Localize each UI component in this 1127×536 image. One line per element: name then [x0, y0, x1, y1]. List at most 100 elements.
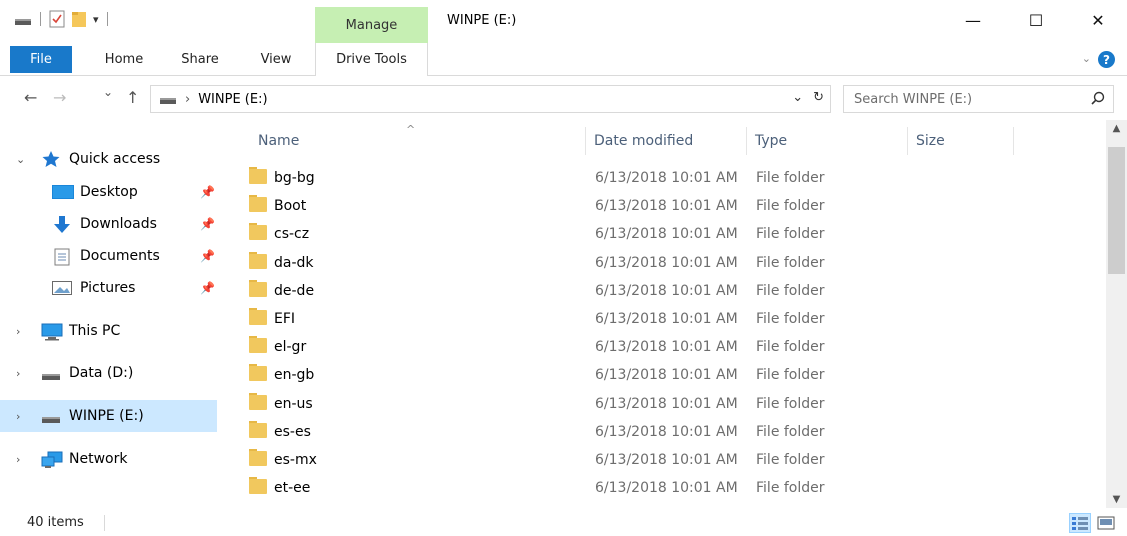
quick-access-toolbar: ▾	[14, 10, 110, 28]
pin-icon[interactable]: 📌	[200, 217, 215, 231]
tab-home[interactable]: Home	[98, 43, 150, 76]
file-row[interactable]: da-dk 6/13/2018 10:01 AM File folder	[240, 249, 1100, 277]
minimize-button[interactable]: —	[950, 0, 996, 40]
maximize-button[interactable]: ☐	[1013, 0, 1059, 40]
file-type: File folder	[756, 480, 825, 496]
address-dropdown-button[interactable]: ⌄	[792, 90, 803, 105]
sidebar-item-downloads[interactable]: Downloads 📌	[0, 208, 217, 240]
properties-icon[interactable]	[49, 10, 65, 28]
file-date-modified: 6/13/2018 10:01 AM	[595, 226, 738, 242]
scrollbar-thumb[interactable]	[1108, 147, 1125, 274]
file-name: da-dk	[274, 255, 314, 271]
folder-icon	[249, 449, 267, 466]
tab-share[interactable]: Share	[174, 43, 226, 76]
file-row[interactable]: Boot 6/13/2018 10:01 AM File folder	[240, 192, 1100, 220]
column-divider[interactable]	[1013, 127, 1014, 155]
sidebar-item-desktop[interactable]: Desktop 📌	[0, 176, 217, 208]
help-icon[interactable]: ?	[1098, 51, 1115, 68]
column-type[interactable]: Type	[747, 125, 907, 157]
sidebar-item-winpe-e[interactable]: › WINPE (E:)	[0, 400, 217, 432]
folder-icon	[249, 167, 267, 184]
file-type: File folder	[756, 226, 825, 242]
documents-icon	[54, 248, 74, 266]
chevron-right-icon[interactable]: ›	[16, 367, 20, 380]
back-button[interactable]: ←	[24, 88, 37, 107]
drive-icon[interactable]	[14, 14, 32, 25]
file-type: File folder	[756, 311, 825, 327]
column-name[interactable]: Name	[250, 125, 585, 157]
sidebar-item-documents[interactable]: Documents 📌	[0, 240, 217, 272]
recent-locations-button[interactable]: ⌄	[103, 85, 113, 99]
star-icon	[42, 151, 62, 167]
pin-icon[interactable]: 📌	[200, 281, 215, 295]
chevron-right-icon[interactable]: ›	[16, 453, 20, 466]
breadcrumb[interactable]: WINPE (E:)	[198, 92, 267, 107]
download-icon	[52, 216, 72, 233]
manage-contextual-tab[interactable]: Manage	[315, 7, 428, 43]
file-row[interactable]: en-us 6/13/2018 10:01 AM File folder	[240, 390, 1100, 418]
details-view-button[interactable]	[1069, 513, 1091, 533]
sidebar-item-network[interactable]: › Network	[0, 443, 217, 475]
scroll-down-button[interactable]: ▼	[1106, 491, 1127, 508]
refresh-button[interactable]: ↻	[813, 90, 824, 105]
file-type: File folder	[756, 339, 825, 355]
forward-button[interactable]: →	[53, 88, 66, 107]
sidebar-item-pictures[interactable]: Pictures 📌	[0, 272, 217, 304]
folder-icon	[249, 421, 267, 438]
file-row[interactable]: es-mx 6/13/2018 10:01 AM File folder	[240, 446, 1100, 474]
pictures-icon	[52, 280, 72, 296]
up-button[interactable]: ↑	[126, 88, 139, 107]
file-row[interactable]: el-gr 6/13/2018 10:01 AM File folder	[240, 333, 1100, 361]
scroll-up-button[interactable]: ▲	[1106, 120, 1127, 137]
customize-qat-icon[interactable]: ▾	[93, 13, 99, 26]
tab-view[interactable]: View	[250, 43, 302, 76]
chevron-down-icon[interactable]: ⌄	[1082, 52, 1091, 65]
file-date-modified: 6/13/2018 10:01 AM	[595, 339, 738, 355]
search-input[interactable]: Search WINPE (E:)	[843, 85, 1114, 113]
folder-icon	[249, 336, 267, 353]
file-row[interactable]: bg-bg 6/13/2018 10:01 AM File folder	[240, 164, 1100, 192]
window-title: WINPE (E:)	[447, 13, 517, 28]
folder-icon	[249, 308, 267, 325]
file-name: es-mx	[274, 452, 317, 468]
folder-icon	[249, 195, 267, 212]
file-row[interactable]: de-de 6/13/2018 10:01 AM File folder	[240, 277, 1100, 305]
file-row[interactable]: cs-cz 6/13/2018 10:01 AM File folder	[240, 220, 1100, 248]
chevron-down-icon[interactable]: ⌄	[16, 153, 25, 166]
item-count: 40 items	[27, 515, 84, 530]
vertical-scrollbar[interactable]: ▲ ▼	[1106, 120, 1127, 508]
file-date-modified: 6/13/2018 10:01 AM	[595, 452, 738, 468]
file-row[interactable]: et-ee 6/13/2018 10:01 AM File folder	[240, 474, 1100, 502]
file-type: File folder	[756, 424, 825, 440]
folder-icon	[249, 364, 267, 381]
file-name: EFI	[274, 311, 296, 327]
file-name: en-us	[274, 396, 313, 412]
search-placeholder: Search WINPE (E:)	[854, 91, 973, 107]
new-folder-icon[interactable]	[71, 10, 87, 28]
sidebar-item-quick-access[interactable]: ⌄ Quick access	[0, 143, 217, 175]
title-bar: ▾ Manage WINPE (E:) — ☐ ✕	[0, 0, 1127, 43]
column-date-modified[interactable]: Date modified	[586, 125, 746, 157]
breadcrumb-separator[interactable]: ›	[185, 92, 190, 107]
file-row[interactable]: es-es 6/13/2018 10:01 AM File folder	[240, 418, 1100, 446]
sidebar-item-this-pc[interactable]: › This PC	[0, 315, 217, 347]
chevron-right-icon[interactable]: ›	[16, 410, 20, 423]
pin-icon[interactable]: 📌	[200, 249, 215, 263]
pin-icon[interactable]: 📌	[200, 185, 215, 199]
file-row[interactable]: EFI 6/13/2018 10:01 AM File folder	[240, 305, 1100, 333]
tab-file[interactable]: File	[10, 46, 72, 73]
tab-drive-tools[interactable]: Drive Tools	[315, 43, 428, 76]
close-button[interactable]: ✕	[1075, 0, 1121, 40]
chevron-right-icon[interactable]: ›	[16, 325, 20, 338]
file-row[interactable]: en-gb 6/13/2018 10:01 AM File folder	[240, 361, 1100, 389]
file-type: File folder	[756, 452, 825, 468]
address-bar[interactable]: › WINPE (E:) ⌄ ↻	[150, 85, 831, 113]
sidebar-item-label: WINPE (E:)	[69, 408, 144, 424]
large-icons-view-button[interactable]	[1095, 513, 1117, 533]
column-date-label: Date modified	[594, 133, 694, 149]
sidebar-item-data-d[interactable]: › Data (D:)	[0, 357, 217, 389]
column-size[interactable]: Size	[908, 125, 1013, 157]
file-type: File folder	[756, 396, 825, 412]
file-date-modified: 6/13/2018 10:01 AM	[595, 170, 738, 186]
search-icon[interactable]	[1091, 91, 1105, 111]
